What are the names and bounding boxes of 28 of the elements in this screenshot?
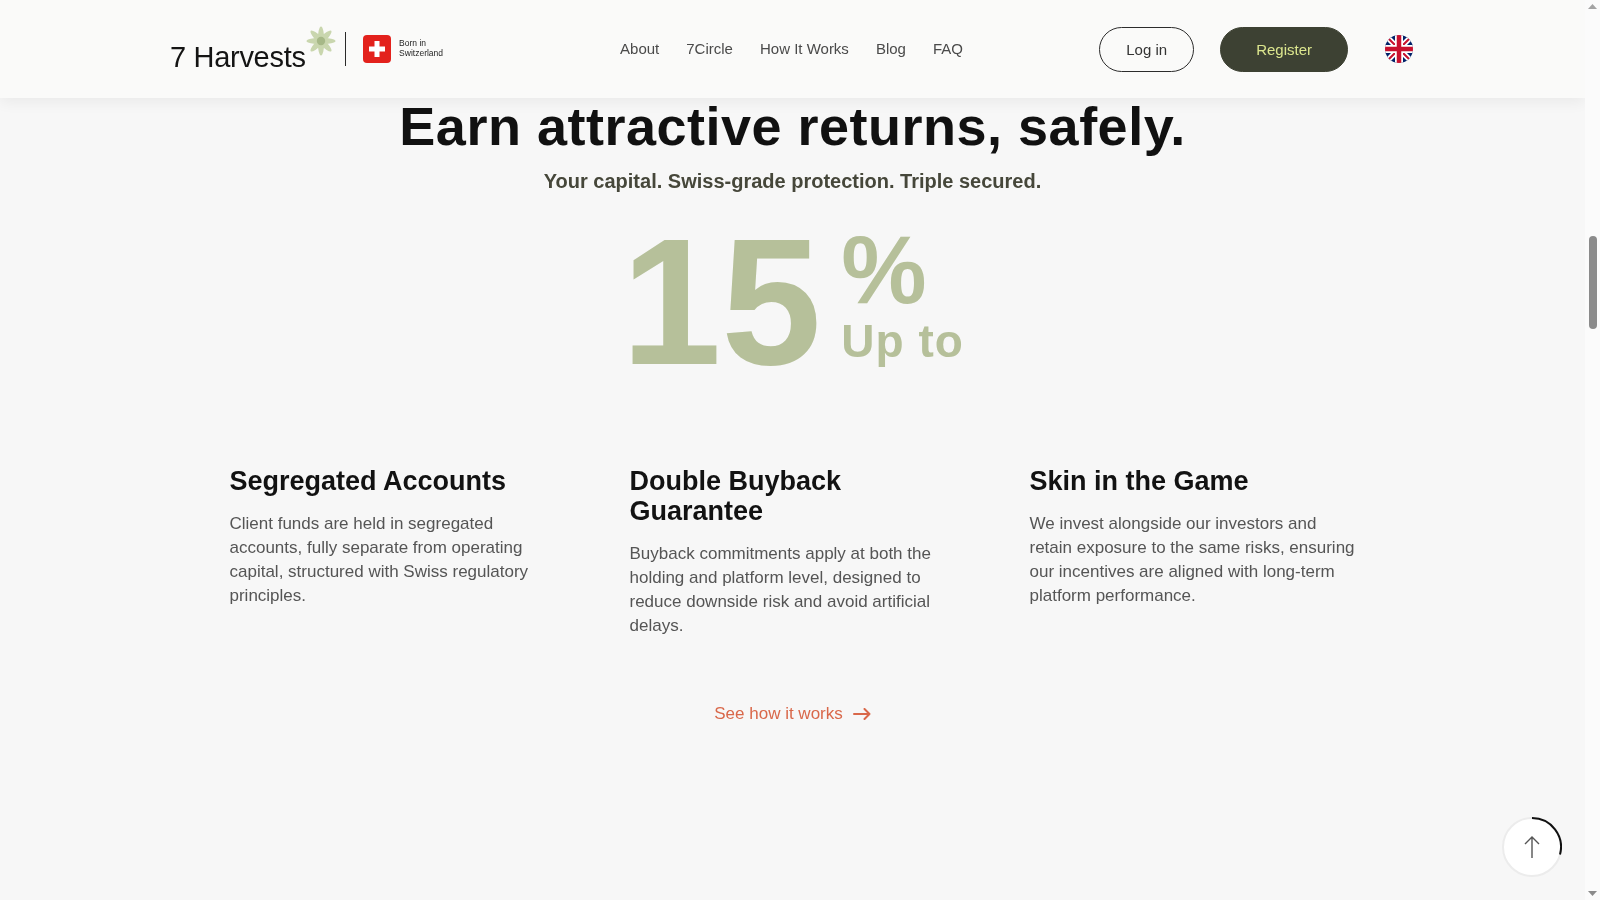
uk-flag-icon[interactable] <box>1385 35 1413 63</box>
subheading: Your capital. Swiss-grade protection. Triple secured. <box>542 168 1043 193</box>
register-button[interactable]: Register <box>1220 26 1348 72</box>
stat-value: 15 <box>621 211 822 392</box>
scroll-down-icon[interactable] <box>1588 891 1597 896</box>
origin-label: Born in Switzerland <box>399 39 444 59</box>
feature-title: Double Buyback Guarantee <box>629 465 843 526</box>
logo-link[interactable]: 7 Harvests <box>170 26 336 72</box>
nav-link[interactable]: About <box>620 39 660 59</box>
scroll-up-icon[interactable] <box>1588 4 1597 9</box>
feature-title: Segregated Accounts <box>229 465 508 496</box>
page-heading: Earn attractive returns, safely. <box>398 98 1187 155</box>
nav-link[interactable]: FAQ <box>932 39 963 59</box>
feature-title: Skin in the Game <box>1029 465 1250 496</box>
arrow-right-icon <box>852 707 871 720</box>
feature-text: Client funds are held in segregated accounts, fully separate from operating capital, structured with Swiss regulatory principles. <box>229 512 530 607</box>
scrollbar-thumb[interactable] <box>1588 236 1597 329</box>
feature-text: We invest alongside our investors and retain exposure to the same risks, ensuring our incentives are aligned with long-term platform performance. <box>1029 512 1356 607</box>
scrollbar[interactable] <box>1585 0 1600 900</box>
arrow-up-icon <box>1524 835 1540 859</box>
swiss-flag-icon <box>363 35 392 63</box>
nav-link[interactable]: Blog <box>875 39 906 59</box>
feature-text: Buyback commitments apply at both the holding and platform level, designed to reduce downside risk and avoid artificial delays. <box>629 542 932 637</box>
flower-icon <box>305 26 336 56</box>
progress-ring-icon <box>1531 817 1562 856</box>
nav-link[interactable]: 7Circle <box>686 39 733 59</box>
nav-link[interactable]: How It Works <box>759 39 849 59</box>
stat-unit: % <box>841 221 927 318</box>
